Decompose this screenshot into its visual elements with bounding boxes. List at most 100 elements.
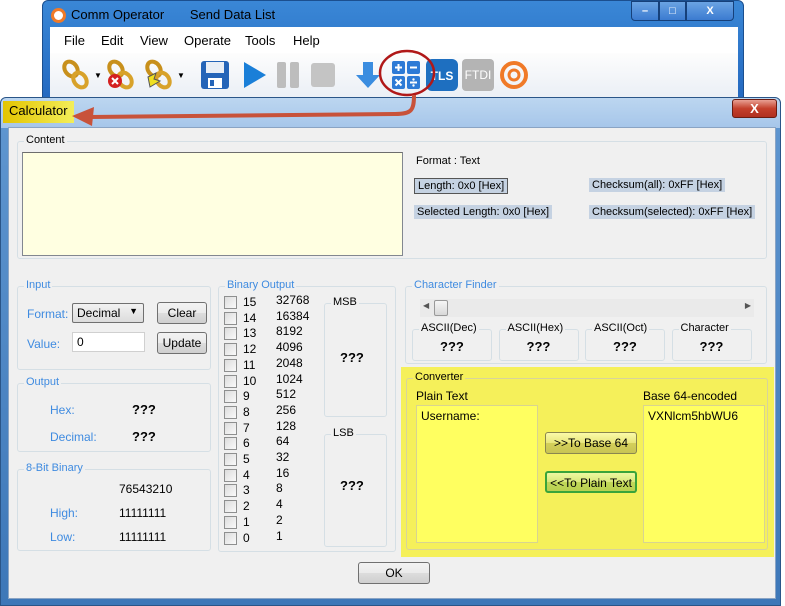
bit-checkbox[interactable]: [224, 405, 237, 419]
stop-icon[interactable]: [307, 59, 339, 91]
bit-checkbox[interactable]: [224, 437, 237, 451]
bit-number: 6: [243, 436, 250, 451]
bit-checkbox[interactable]: [224, 374, 237, 388]
menu-tools[interactable]: Tools: [245, 31, 275, 50]
value-input[interactable]: 0: [72, 332, 145, 352]
decimal-value: ???: [132, 429, 156, 444]
ftdi-icon[interactable]: FTDI: [462, 59, 494, 91]
disconnect-icon[interactable]: [104, 59, 136, 91]
bit-value: 8: [276, 481, 283, 496]
menu-area: File Edit View Operate Tools Help ▼ ▼ TL…: [50, 27, 738, 101]
chevron-down-icon: ▼: [129, 306, 138, 316]
format-select-value: Decimal: [77, 306, 121, 320]
bit-row: 12: [224, 512, 324, 530]
scroll-right-icon[interactable]: ▶: [745, 301, 751, 310]
menu-operate[interactable]: Operate: [184, 31, 231, 50]
main-window: Comm Operator Send Data List – □ X File …: [42, 0, 744, 101]
toolbar: ▼ ▼ TLS FTDI: [50, 53, 738, 101]
char-box-character: Character???: [671, 322, 752, 361]
bit-value: 16: [276, 465, 290, 480]
bit-value: 512: [276, 387, 297, 402]
menu-edit[interactable]: Edit: [101, 31, 123, 50]
bit-checkbox[interactable]: [224, 358, 237, 372]
converter-label: Converter: [413, 371, 466, 383]
bit-row: 10 1024: [224, 372, 324, 389]
hex-value: ???: [132, 402, 156, 417]
bit-value: 32: [276, 450, 290, 464]
bit-row: 13 8192: [224, 324, 324, 341]
menu-file[interactable]: File: [64, 31, 85, 50]
menu-view[interactable]: View: [140, 31, 168, 50]
calculator-dialog: Calculator X Content Format : Text Lengt…: [0, 97, 781, 606]
content-label: Content: [24, 134, 67, 146]
bit-checkbox[interactable]: [224, 531, 237, 545]
char-box-value: ???: [526, 339, 551, 354]
tls-icon[interactable]: TLS: [426, 59, 458, 91]
at-icon[interactable]: [498, 59, 530, 91]
to-base64-button[interactable]: >>To Base 64: [545, 432, 637, 454]
bit-number: 2: [243, 499, 250, 514]
bit-checkbox[interactable]: [224, 343, 237, 357]
dialog-close-button[interactable]: X: [732, 99, 777, 118]
base64-input[interactable]: VXNlcm5hbWU6: [643, 405, 765, 543]
bit-list: 15 32768 14 16384 13 8192 12 4096 11 2048 10 1024 9 5…: [224, 293, 324, 551]
app-title: Comm Operator: [71, 7, 165, 22]
to-plain-text-button[interactable]: <<To Plain Text: [545, 471, 637, 493]
bit-value: 128: [276, 418, 297, 433]
connect-icon[interactable]: [60, 59, 92, 91]
main-close-button[interactable]: X: [686, 1, 734, 21]
hex-label: Hex:: [50, 403, 75, 417]
bit-number: 12: [243, 342, 257, 357]
plain-text-input[interactable]: Username:: [416, 405, 538, 543]
bit-row: 6 64: [224, 434, 324, 451]
settings-dropdown-icon[interactable]: ▼: [177, 71, 185, 80]
bit-checkbox[interactable]: [224, 484, 237, 498]
menu-help[interactable]: Help: [293, 31, 320, 50]
pause-icon[interactable]: [272, 59, 304, 91]
bit-number: 15: [243, 295, 257, 309]
bit-checkbox[interactable]: [224, 327, 237, 341]
bit-number: 5: [243, 452, 250, 466]
update-button[interactable]: Update: [157, 332, 207, 354]
high-label: High:: [50, 506, 79, 520]
minimize-button[interactable]: –: [631, 1, 659, 21]
char-box-ascii-oct: ASCII(Oct)???: [585, 322, 665, 361]
bit-checkbox[interactable]: [224, 421, 237, 435]
maximize-button[interactable]: □: [659, 1, 686, 21]
output-group: Output Hex: ??? Decimal: ???: [17, 376, 211, 452]
bit-number: 14: [243, 310, 257, 325]
bit-checkbox[interactable]: [224, 296, 237, 309]
bit-checkbox[interactable]: [224, 500, 237, 514]
download-icon[interactable]: [352, 59, 384, 91]
play-icon[interactable]: [238, 59, 270, 91]
bit-value: 2048: [276, 355, 303, 370]
scroll-left-icon[interactable]: ◀: [423, 301, 429, 310]
scroll-thumb[interactable]: [434, 300, 448, 316]
output-label: Output: [24, 376, 62, 388]
bit-value: 8192: [276, 324, 303, 339]
format-label: Format:: [27, 307, 69, 321]
bit-row: 4 16: [224, 465, 324, 483]
high-value: 11111111: [119, 506, 167, 520]
save-icon[interactable]: [199, 59, 231, 91]
format-select[interactable]: Decimal ▼: [72, 303, 144, 323]
bit-checkbox[interactable]: [224, 468, 237, 482]
bit-value: 2: [276, 512, 283, 527]
value-label: Value:: [27, 337, 61, 351]
bit-checkbox[interactable]: [224, 390, 237, 404]
content-textarea[interactable]: [22, 152, 403, 256]
connection-settings-icon[interactable]: [142, 59, 174, 91]
ok-button[interactable]: OK: [358, 562, 430, 584]
msb-label: MSB: [331, 296, 359, 308]
connect-dropdown-icon[interactable]: ▼: [94, 71, 102, 80]
character-scrollbar[interactable]: ◀ ▶: [420, 299, 754, 317]
bit-checkbox[interactable]: [224, 515, 237, 529]
clear-button[interactable]: Clear: [157, 302, 207, 324]
low-value: 11111111: [119, 530, 167, 544]
content-group: Content Format : Text Length: 0x0 [Hex] …: [17, 134, 767, 259]
checksum-all-text: Checksum(all): 0xFF [Hex]: [589, 178, 726, 192]
lsb-group: LSB ???: [324, 427, 387, 547]
bit-checkbox[interactable]: [224, 311, 237, 325]
bit-checkbox[interactable]: [224, 453, 237, 466]
calculator-icon[interactable]: [390, 59, 422, 91]
